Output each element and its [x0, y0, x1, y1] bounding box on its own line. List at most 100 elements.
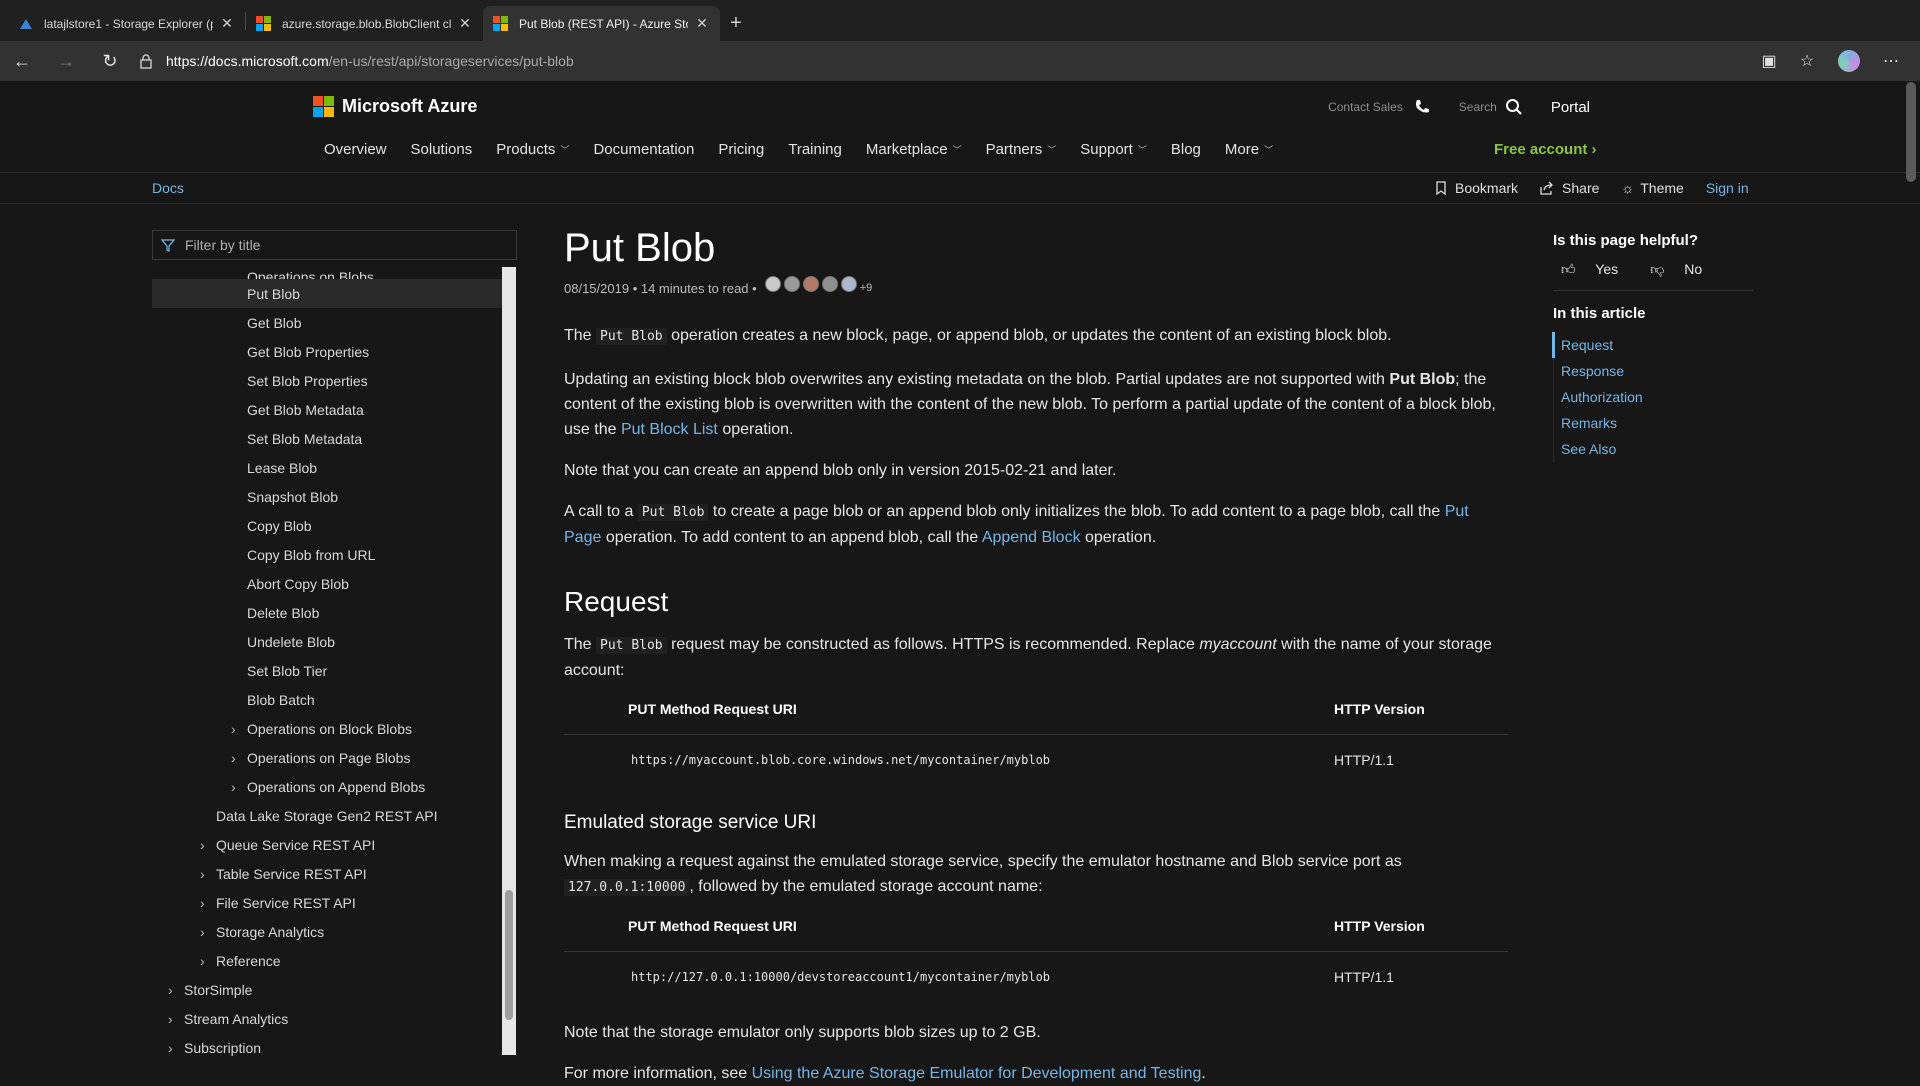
nav-blog[interactable]: Blog	[1171, 141, 1201, 158]
toc-link-remarks[interactable]: Remarks	[1554, 410, 1753, 436]
browser-tab[interactable]: azure.storage.blob.BlobClient cl ✕	[246, 6, 483, 41]
free-account-link[interactable]: Free account ›	[1494, 141, 1597, 158]
nav-support[interactable]: Support ﹀	[1080, 141, 1147, 158]
sidebar-item[interactable]: › File Service REST API	[152, 888, 502, 917]
toc-link-authorization[interactable]: Authorization	[1554, 384, 1753, 410]
url-field[interactable]: https://docs.microsoft.com/en-us/rest/ap…	[140, 53, 1750, 69]
sidebar-item[interactable]: › Table Service REST API	[152, 859, 502, 888]
toc-link-request[interactable]: Request	[1552, 332, 1753, 358]
sidebar-item[interactable]: Undelete Blob	[152, 627, 502, 656]
chevron-right-icon[interactable]: ›	[168, 982, 173, 998]
sidebar-item[interactable]: Blob Batch	[152, 685, 502, 714]
nav-training[interactable]: Training	[788, 141, 842, 158]
sidebar-item[interactable]: Snapshot Blob	[152, 482, 502, 511]
contributor-avatar	[821, 276, 838, 292]
phone-icon	[1415, 100, 1429, 113]
sidebar-item[interactable]: › StorSimple	[152, 975, 502, 1004]
sidebar-item[interactable]: Data Lake Storage Gen2 REST API	[152, 801, 502, 830]
sidebar-item[interactable]: Copy Blob	[152, 511, 502, 540]
chevron-right-icon[interactable]: ›	[231, 721, 236, 737]
nav-solutions[interactable]: Solutions	[411, 141, 473, 158]
contributors[interactable]: +9	[764, 276, 872, 301]
sidebar-item[interactable]: › Operations on Page Blobs	[152, 743, 502, 772]
close-tab-icon[interactable]: ✕	[694, 15, 710, 32]
sidebar-item[interactable]: › Reference	[152, 946, 502, 975]
share-button[interactable]: Share	[1540, 180, 1599, 196]
docs-link[interactable]: Docs	[152, 180, 184, 196]
nav-documentation[interactable]: Documentation	[593, 141, 694, 158]
text: The	[564, 327, 597, 344]
sidebar-item[interactable]: Get Blob Metadata	[152, 395, 502, 424]
azure-brand[interactable]: Microsoft Azure	[313, 96, 477, 117]
header-utilities: Contact Sales Search Portal	[1300, 98, 1590, 116]
contact-sales-link[interactable]: Contact Sales	[1328, 98, 1431, 116]
nav-partners[interactable]: Partners ﹀	[986, 141, 1057, 158]
favorite-star-icon[interactable]: ☆	[1788, 41, 1826, 81]
chevron-right-icon[interactable]: ›	[200, 953, 205, 969]
sidebar-item[interactable]: › Operations on Block Blobs	[152, 714, 502, 743]
storage-emulator-link[interactable]: Using the Azure Storage Emulator for Dev…	[752, 1065, 1202, 1082]
chevron-right-icon[interactable]: ›	[200, 895, 205, 911]
nav-more[interactable]: More ﹀	[1225, 141, 1273, 158]
column-header: PUT Method Request URI	[564, 906, 1334, 952]
sidebar-item[interactable]: Set Blob Properties	[152, 366, 502, 395]
toc-link-see-also[interactable]: See Also	[1554, 436, 1753, 462]
chevron-right-icon[interactable]: ›	[200, 837, 205, 853]
sidebar-item[interactable]: › Stream Analytics	[152, 1004, 502, 1033]
reader-view-icon[interactable]: ▣	[1750, 41, 1788, 81]
sidebar-item[interactable]: Set Blob Tier	[152, 656, 502, 685]
put-block-list-link[interactable]: Put Block List	[621, 421, 718, 438]
sidebar-item[interactable]: Put Blob	[152, 279, 502, 308]
new-tab-button[interactable]: +	[720, 6, 752, 41]
sidebar-item[interactable]: Get Blob Properties	[152, 337, 502, 366]
bookmark-button[interactable]: Bookmark	[1435, 180, 1518, 196]
sidebar-item[interactable]: Operations on Blobs	[152, 265, 502, 279]
theme-button[interactable]: ☼ Theme	[1621, 180, 1683, 196]
append-block-link[interactable]: Append Block	[982, 529, 1081, 546]
chevron-right-icon[interactable]: ›	[200, 866, 205, 882]
close-tab-icon[interactable]: ✕	[457, 15, 473, 32]
chevron-right-icon[interactable]: ›	[231, 750, 236, 766]
chevron-right-icon[interactable]: ›	[231, 779, 236, 795]
page-scrollbar-thumb[interactable]	[1906, 82, 1916, 182]
microsoft-logo-icon	[256, 15, 272, 32]
portal-link[interactable]: Portal	[1551, 99, 1590, 116]
sidebar-item[interactable]: Get Blob	[152, 308, 502, 337]
sidebar-item[interactable]: Delete Blob	[152, 598, 502, 627]
share-label: Share	[1562, 180, 1600, 196]
sidebar-item[interactable]: Lease Blob	[152, 453, 502, 482]
sign-in-link[interactable]: Sign in	[1706, 180, 1749, 196]
nav-marketplace[interactable]: Marketplace ﹀	[866, 141, 962, 158]
chevron-right-icon[interactable]: ›	[200, 924, 205, 940]
nav-label: Solutions	[410, 141, 473, 158]
filter-input[interactable]: Filter by title	[152, 230, 517, 260]
sidebar-item[interactable]: › Storage Analytics	[152, 917, 502, 946]
nav-products[interactable]: Products ﹀	[496, 141, 569, 158]
search-link[interactable]: Search	[1459, 98, 1523, 116]
tab-title: Put Blob (REST API) - Azure Sto	[519, 16, 688, 31]
chevron-right-icon[interactable]: ›	[168, 1011, 173, 1027]
forward-icon[interactable]: →	[44, 41, 88, 81]
nav-overview[interactable]: Overview	[324, 141, 387, 158]
sidebar-item-label: Operations on Page Blobs	[247, 749, 411, 766]
sidebar-item[interactable]: › Subscription	[152, 1033, 502, 1062]
profile-avatar[interactable]	[1838, 50, 1860, 72]
back-icon[interactable]: ←	[0, 41, 44, 81]
close-tab-icon[interactable]: ✕	[219, 15, 235, 32]
sidebar-item[interactable]: › Queue Service REST API	[152, 830, 502, 859]
more-options-icon[interactable]: ⋯	[1872, 41, 1910, 81]
inline-code: Put Blob	[637, 504, 709, 521]
yes-button[interactable]: 👍︎ Yes	[1561, 261, 1634, 278]
browser-tab-active[interactable]: Put Blob (REST API) - Azure Sto ✕	[483, 6, 720, 41]
sidebar-item[interactable]: Copy Blob from URL	[152, 540, 502, 569]
chevron-right-icon[interactable]: ›	[168, 1040, 173, 1056]
sidebar-item[interactable]: Abort Copy Blob	[152, 569, 502, 598]
browser-tab[interactable]: latajlstore1 - Storage Explorer (p ✕	[8, 6, 245, 41]
toc-link-response[interactable]: Response	[1554, 358, 1753, 384]
nav-pricing[interactable]: Pricing	[718, 141, 764, 158]
sidebar-item[interactable]: Set Blob Metadata	[152, 424, 502, 453]
sidebar-scroll-thumb[interactable]	[505, 890, 513, 1020]
refresh-icon[interactable]: ↻	[88, 41, 132, 81]
sidebar-item[interactable]: › Operations on Append Blobs	[152, 772, 502, 801]
no-button[interactable]: 👎︎ No	[1650, 261, 1718, 278]
